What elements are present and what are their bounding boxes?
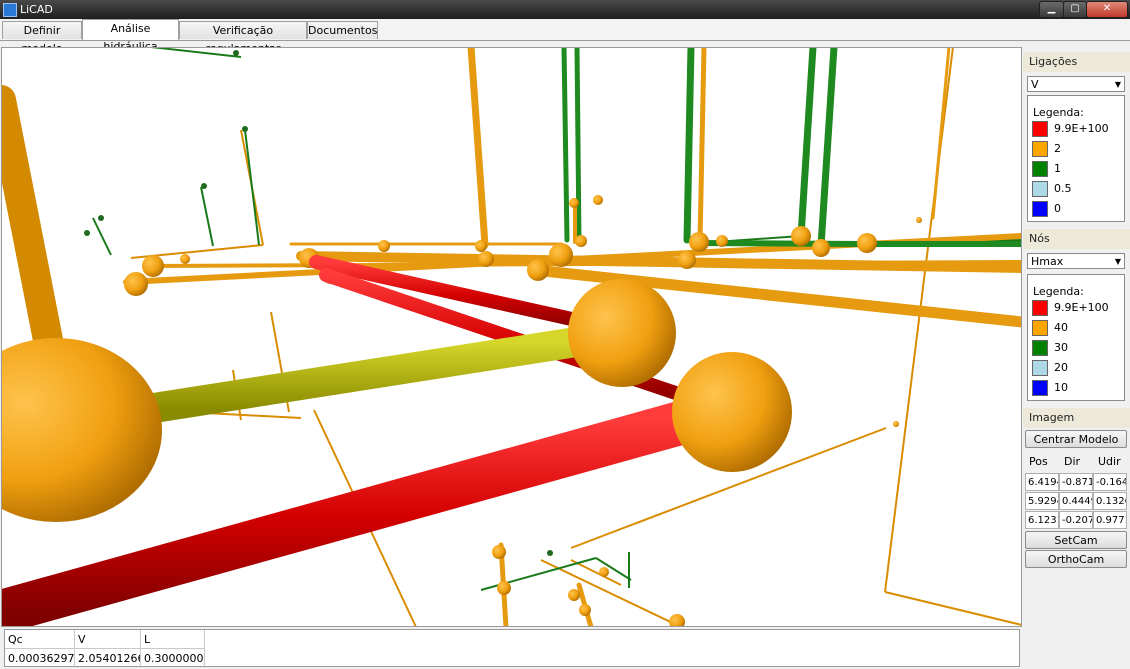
- nos-legend-title: Legenda:: [1033, 285, 1084, 298]
- udir-z-field[interactable]: 0.9771: [1093, 511, 1127, 529]
- dir-y-field[interactable]: 0.4449: [1059, 492, 1093, 510]
- side-panel: Ligações V ▼ Legenda: 9.9E+100 2 1 0.5 0…: [1023, 47, 1130, 627]
- legend-item: 1: [1032, 160, 1122, 178]
- pos-z-field[interactable]: 6.1231: [1025, 511, 1059, 529]
- legend-label: 40: [1054, 321, 1068, 334]
- app-icon: [3, 3, 17, 17]
- legend-swatch: [1032, 181, 1048, 197]
- nos-select[interactable]: Hmax ▼: [1027, 253, 1125, 269]
- close-button[interactable]: ✕: [1086, 1, 1128, 18]
- pos-x-field[interactable]: 6.4194: [1025, 473, 1059, 491]
- column-header-v[interactable]: V: [75, 630, 141, 649]
- ligacoes-select-value: V: [1031, 78, 1039, 91]
- pos-header: Pos: [1029, 455, 1048, 468]
- legend-swatch: [1032, 161, 1048, 177]
- legend-item: 20: [1032, 359, 1122, 377]
- legend-swatch: [1032, 320, 1048, 336]
- legend-label: 1: [1054, 162, 1061, 175]
- tab-bar: Definir modelo Análise hidráulica Verifi…: [0, 19, 1130, 55]
- legend-swatch: [1032, 121, 1048, 137]
- minimize-button[interactable]: ▁: [1039, 1, 1064, 18]
- nos-legend: Legenda: 9.9E+100 40 30 20 10: [1027, 274, 1125, 401]
- results-grid[interactable]: Qc V L 0.000362974 2.054012669 0.3000000…: [4, 629, 1020, 668]
- legend-item: 9.9E+100: [1032, 299, 1122, 317]
- title-bar: LiCAD ▁ ▢ ✕: [0, 0, 1130, 19]
- tab-documentos[interactable]: Documentos: [307, 21, 378, 39]
- setcam-button[interactable]: SetCam: [1025, 531, 1127, 549]
- legend-label: 0.5: [1054, 182, 1072, 195]
- nos-select-value: Hmax: [1031, 255, 1064, 268]
- legend-item: 0.5: [1032, 180, 1122, 198]
- window-title: LiCAD: [20, 3, 53, 16]
- legend-label: 9.9E+100: [1054, 122, 1109, 135]
- legend-swatch: [1032, 201, 1048, 217]
- column-header-qc[interactable]: Qc: [5, 630, 75, 649]
- imagem-title: Imagem: [1023, 408, 1130, 428]
- tab-analise-hidraulica[interactable]: Análise hidráulica: [82, 19, 179, 53]
- nos-title: Nós: [1023, 229, 1130, 249]
- tab-definir-modelo[interactable]: Definir modelo: [2, 21, 82, 55]
- ligacoes-legend: Legenda: 9.9E+100 2 1 0.5 0: [1027, 95, 1125, 222]
- legend-item: 2: [1032, 140, 1122, 158]
- legend-label: 9.9E+100: [1054, 301, 1109, 314]
- tab-verificacao-regulamentar[interactable]: Verificação regulamentar: [179, 21, 307, 55]
- legend-item: 40: [1032, 319, 1122, 337]
- udir-header: Udir: [1098, 455, 1121, 468]
- ligacoes-legend-title: Legenda:: [1033, 106, 1084, 119]
- legend-label: 30: [1054, 341, 1068, 354]
- legend-swatch: [1032, 360, 1048, 376]
- legend-swatch: [1032, 141, 1048, 157]
- cell-qc[interactable]: 0.000362974: [5, 649, 75, 668]
- chevron-down-icon: ▼: [1114, 257, 1121, 266]
- network-3d-view[interactable]: [1, 47, 1022, 627]
- legend-label: 20: [1054, 361, 1068, 374]
- ligacoes-select[interactable]: V ▼: [1027, 76, 1125, 92]
- maximize-button[interactable]: ▢: [1063, 1, 1087, 18]
- legend-item: 0: [1032, 200, 1122, 218]
- dir-x-field[interactable]: -0.871: [1059, 473, 1093, 491]
- chevron-down-icon: ▼: [1114, 80, 1121, 89]
- centrar-modelo-button[interactable]: Centrar Modelo: [1025, 430, 1127, 448]
- legend-swatch: [1032, 300, 1048, 316]
- udir-x-field[interactable]: -0.164: [1093, 473, 1127, 491]
- udir-y-field[interactable]: 0.1326: [1093, 492, 1127, 510]
- cell-l[interactable]: 0.300000000: [141, 649, 205, 668]
- legend-label: 0: [1054, 202, 1061, 215]
- legend-label: 10: [1054, 381, 1068, 394]
- dir-header: Dir: [1064, 455, 1081, 468]
- dir-z-field[interactable]: -0.207: [1059, 511, 1093, 529]
- ligacoes-title: Ligações: [1023, 52, 1130, 72]
- 3d-viewport[interactable]: [1, 47, 1022, 627]
- column-header-l[interactable]: L: [141, 630, 205, 649]
- legend-item: 30: [1032, 339, 1122, 357]
- orthocam-button[interactable]: OrthoCam: [1025, 550, 1127, 568]
- legend-swatch: [1032, 340, 1048, 356]
- legend-item: 9.9E+100: [1032, 120, 1122, 138]
- legend-swatch: [1032, 380, 1048, 396]
- cell-v[interactable]: 2.054012669: [75, 649, 141, 668]
- legend-item: 10: [1032, 379, 1122, 397]
- pos-y-field[interactable]: 5.9294: [1025, 492, 1059, 510]
- legend-label: 2: [1054, 142, 1061, 155]
